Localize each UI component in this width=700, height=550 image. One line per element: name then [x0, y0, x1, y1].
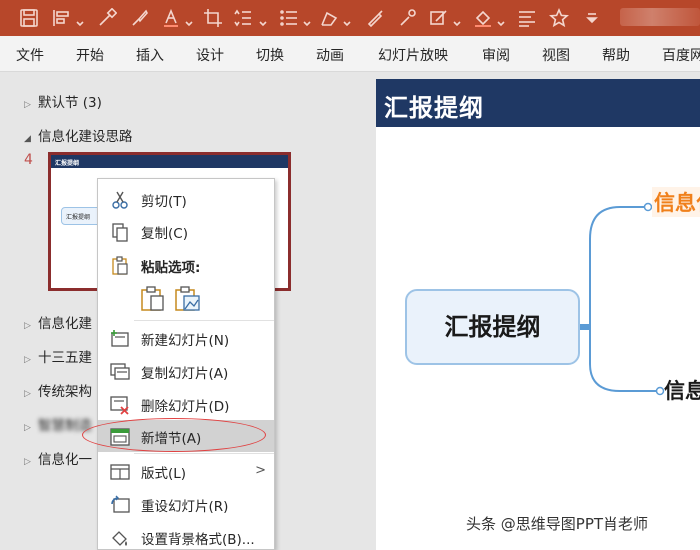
expand-arrow-icon[interactable]: ▷ — [24, 389, 38, 399]
brush-icon[interactable] — [128, 7, 150, 29]
tab-file[interactable]: 文件 — [16, 45, 44, 65]
quick-access-toolbar — [0, 0, 700, 36]
collapse-arrow-icon[interactable]: ◢ — [24, 134, 38, 144]
menu-item-reset-slide[interactable]: 重设幻灯片(R) — [98, 488, 274, 520]
pen-icon[interactable] — [364, 7, 386, 29]
menu-label: 粘贴选项: — [141, 260, 201, 276]
highlight-ellipse — [82, 418, 266, 452]
eyedropper-icon[interactable] — [396, 7, 418, 29]
expand-arrow-icon[interactable]: ▷ — [24, 423, 38, 433]
chevron-down-icon[interactable] — [303, 13, 311, 27]
mindmap-central-node[interactable]: 汇报提纲 — [405, 289, 580, 365]
align-icon[interactable] — [516, 7, 538, 29]
blurred-account-area — [620, 8, 700, 26]
mindmap-branch-node[interactable]: 信息化 — [652, 187, 700, 217]
fill-icon[interactable] — [472, 7, 494, 29]
tab-animations[interactable]: 动画 — [316, 45, 344, 65]
menu-item-duplicate-slide[interactable]: 复制幻灯片(A) — [98, 355, 274, 387]
section-item[interactable]: ▷ 十三五建 — [24, 346, 92, 366]
mindmap-branch-node[interactable]: 信息 — [664, 375, 700, 405]
chevron-down-icon[interactable] — [453, 13, 461, 27]
section-label: 信息化一 — [38, 452, 92, 468]
menu-item-layout[interactable]: 版式(L) > — [98, 455, 274, 487]
chevron-down-icon[interactable] — [343, 13, 351, 27]
tab-help[interactable]: 帮助 — [602, 45, 630, 65]
line-spacing-icon[interactable] — [232, 7, 254, 29]
slide-number: 4 — [24, 152, 33, 168]
menu-item-format-background[interactable]: 设置背景格式(B)... — [98, 521, 274, 550]
chevron-right-icon: > — [255, 463, 266, 478]
ribbon-tabs: 文件 开始 插入 设计 切换 动画 幻灯片放映 审阅 视图 帮助 百度网 — [0, 36, 700, 72]
reset-slide-icon — [111, 495, 130, 513]
chevron-down-icon[interactable] — [185, 13, 193, 27]
duplicate-slide-icon — [110, 363, 130, 380]
paste-as-picture-icon[interactable] — [174, 285, 202, 313]
highlight-icon[interactable] — [428, 7, 450, 29]
layout-icon — [110, 464, 130, 480]
tab-view[interactable]: 视图 — [542, 45, 570, 65]
crop-icon[interactable] — [202, 7, 224, 29]
menu-label: 删除幻灯片(D) — [141, 399, 230, 415]
font-color-icon[interactable] — [160, 7, 182, 29]
slide-editor: 汇报提纲 汇报提纲 信息化 信息 — [366, 72, 700, 550]
scissors-icon — [112, 191, 128, 209]
expand-arrow-icon[interactable]: ▷ — [24, 321, 38, 331]
section-item[interactable]: ▷ 信息化建 — [24, 312, 92, 332]
menu-item-delete-slide[interactable]: 删除幻灯片(D) — [98, 388, 274, 420]
menu-label: 重设幻灯片(R) — [141, 499, 229, 515]
bullets-icon[interactable] — [278, 7, 300, 29]
menu-label: 设置背景格式(B)... — [141, 532, 255, 548]
tab-home[interactable]: 开始 — [76, 45, 104, 65]
shape-icon[interactable] — [318, 7, 340, 29]
section-item[interactable]: ▷ 智慧制造 — [24, 414, 92, 434]
context-menu: 剪切(T) 复制(C) 粘贴选项: 新建幻灯片(N) 复制幻灯片(A) 删除幻灯… — [97, 178, 275, 550]
menu-label: 复制幻灯片(A) — [141, 366, 229, 382]
menu-label: 版式(L) — [141, 466, 187, 482]
expand-arrow-icon[interactable]: ▷ — [24, 100, 38, 110]
expand-arrow-icon[interactable]: ▷ — [24, 355, 38, 365]
format-background-icon — [112, 531, 127, 546]
clipboard-icon — [112, 256, 128, 275]
tab-design[interactable]: 设计 — [196, 45, 224, 65]
menu-item-new-slide[interactable]: 新建幻灯片(N) — [98, 322, 274, 354]
section-label: 传统架构 — [38, 384, 92, 400]
copy-icon — [112, 223, 128, 242]
chevron-down-icon[interactable] — [259, 13, 267, 27]
star-icon[interactable] — [548, 7, 570, 29]
current-slide[interactable]: 汇报提纲 汇报提纲 信息化 信息 — [376, 79, 700, 550]
tab-slideshow[interactable]: 幻灯片放映 — [378, 45, 448, 65]
paste-keep-formatting-icon[interactable] — [140, 285, 166, 313]
menu-divider — [134, 320, 274, 321]
section-label: 信息化建设思路 — [38, 129, 133, 145]
menu-label: 复制(C) — [141, 226, 188, 242]
watermark: 头条 @思维导图PPT肖老师 — [466, 515, 649, 533]
section-default[interactable]: ▷ 默认节 (3) — [24, 91, 102, 111]
menu-item-copy[interactable]: 复制(C) — [98, 215, 274, 247]
menu-label: 新建幻灯片(N) — [141, 333, 230, 349]
save-icon[interactable] — [18, 7, 40, 29]
new-slide-icon — [111, 330, 129, 347]
tab-transitions[interactable]: 切换 — [256, 45, 284, 65]
customize-icon[interactable] — [584, 7, 600, 29]
delete-slide-icon — [110, 396, 129, 415]
tab-review[interactable]: 审阅 — [482, 45, 510, 65]
section-label: 默认节 (3) — [38, 95, 102, 111]
format-painter-icon[interactable] — [96, 7, 118, 29]
tab-baidu[interactable]: 百度网 — [662, 45, 700, 65]
section-item[interactable]: ▷ 信息化一 — [24, 448, 92, 468]
menu-label: 剪切(T) — [141, 194, 187, 210]
menu-item-cut[interactable]: 剪切(T) — [98, 183, 274, 215]
expand-arrow-icon[interactable]: ▷ — [24, 457, 38, 467]
tab-insert[interactable]: 插入 — [136, 45, 164, 65]
menu-item-paste-options: 粘贴选项: — [98, 249, 274, 281]
thumbnail-title: 汇报提纲 — [51, 155, 288, 168]
chevron-down-icon[interactable] — [76, 13, 84, 27]
section-label: 信息化建 — [38, 316, 92, 332]
chevron-down-icon[interactable] — [497, 13, 505, 27]
layout-icon[interactable] — [50, 7, 72, 29]
menu-divider — [134, 453, 274, 454]
section-item[interactable]: ▷ 传统架构 — [24, 380, 92, 400]
section-label: 十三五建 — [38, 350, 92, 366]
section-it-construction[interactable]: ◢ 信息化建设思路 — [24, 125, 133, 145]
